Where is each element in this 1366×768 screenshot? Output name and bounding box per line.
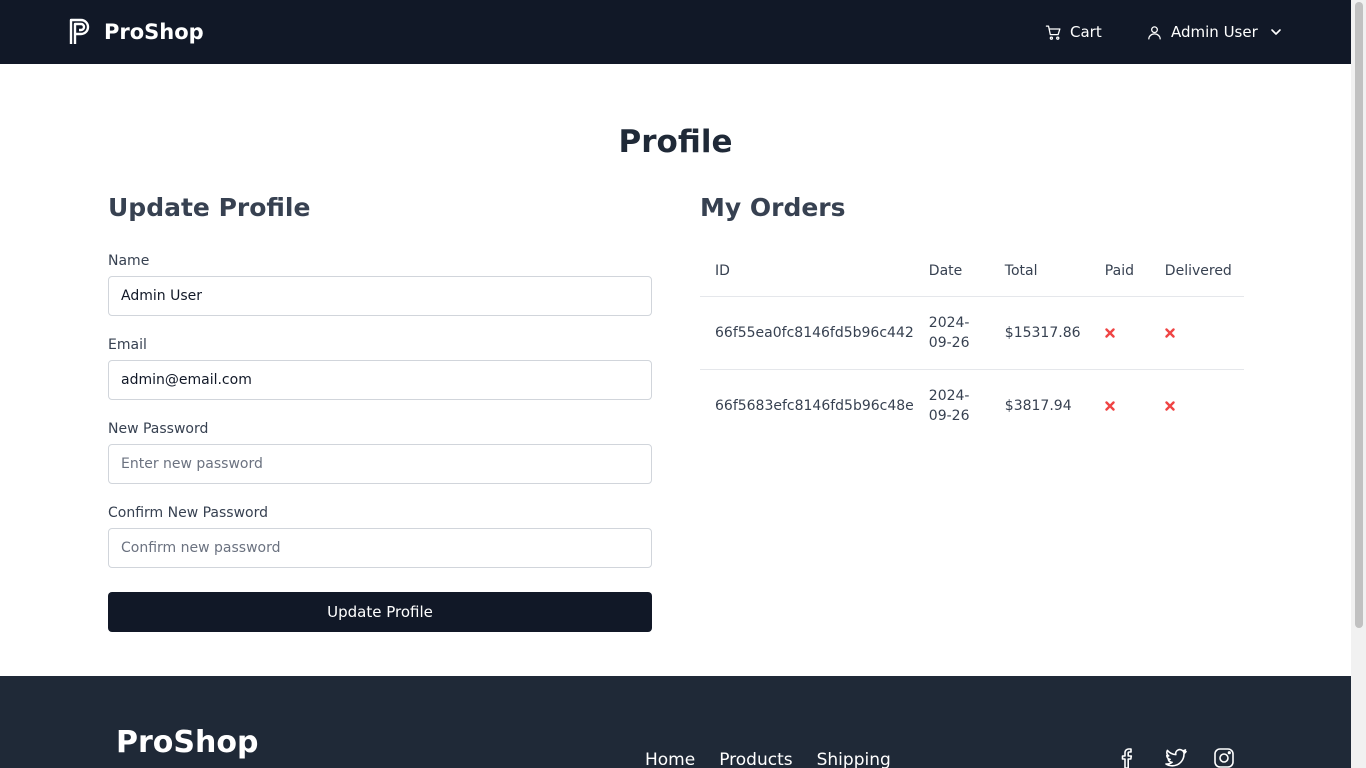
instagram-icon[interactable] (1212, 746, 1236, 768)
email-label: Email (108, 337, 147, 353)
not-delivered-x-icon (1165, 327, 1175, 338)
user-name-label: Admin User (1171, 23, 1258, 41)
table-header-row: ID Date Total Paid Delivered (700, 247, 1244, 297)
brand-name: ProShop (104, 20, 204, 44)
column-header-total: Total (989, 247, 1090, 297)
order-id-cell: 66f5683efc8146fd5b96c48e (715, 397, 914, 414)
page-title: Profile (618, 124, 733, 160)
column-header-paid: Paid (1089, 247, 1150, 297)
not-paid-x-icon (1105, 401, 1115, 411)
order-date-cell-wrapper: 2024-09-26 (914, 369, 990, 442)
table-row[interactable]: 66f55ea0fc8146fd5b96c442 2024-09-26 $153… (700, 296, 1244, 370)
footer: ProShop Home Products Shipping (0, 676, 1351, 768)
footer-link-products[interactable]: Products (719, 748, 792, 768)
column-header-delivered: Delivered (1149, 247, 1244, 297)
chevron-down-icon (1270, 29, 1281, 35)
page: ProShop Cart Admin User Profile Update P… (0, 0, 1366, 768)
brand-link[interactable]: ProShop (69, 18, 204, 46)
social-links (1116, 746, 1236, 768)
navbar: ProShop Cart Admin User (0, 0, 1351, 64)
order-paid-cell (1090, 369, 1150, 442)
update-profile-button[interactable]: Update Profile (108, 592, 652, 632)
cart-label: Cart (1070, 23, 1102, 41)
footer-link-home[interactable]: Home (645, 748, 695, 768)
name-label: Name (108, 253, 150, 269)
order-paid-cell (1089, 296, 1150, 370)
proshop-logo-icon (69, 18, 90, 44)
order-delivered-cell (1150, 369, 1244, 442)
orders-table: ID Date Total Paid Delivered 66f55ea0fc8… (700, 247, 1244, 442)
footer-link-shipping[interactable]: Shipping (817, 748, 891, 768)
content-column: ProShop Cart Admin User Profile Update P… (0, 0, 1351, 768)
footer-nav: Home Products Shipping (645, 748, 891, 768)
confirm-password-input[interactable] (108, 528, 652, 568)
order-id-cell: 66f55ea0fc8146fd5b96c442 (700, 296, 914, 370)
table-row[interactable]: 66f5683efc8146fd5b96c48e 2024-09-26 $381… (700, 369, 1244, 442)
confirm-password-label: Confirm New Password (108, 505, 269, 521)
order-date-cell-wrapper: 2024-09-26 (913, 296, 990, 370)
user-menu-dropdown[interactable]: Admin User (1146, 20, 1282, 44)
my-orders-heading: My Orders (700, 193, 846, 222)
page-scrollbar[interactable] (1351, 0, 1366, 768)
order-date-cell: 2024-09-26 (928, 387, 970, 424)
new-password-input[interactable] (108, 444, 652, 484)
user-icon (1148, 25, 1161, 40)
order-total-cell: $3817.94 (1004, 397, 1072, 414)
email-input[interactable] (108, 360, 652, 400)
scrollbar-thumb[interactable] (1355, 2, 1363, 628)
new-password-label: New Password (108, 421, 209, 437)
name-input[interactable] (108, 276, 652, 316)
not-delivered-x-icon (1165, 401, 1175, 411)
footer-brand: ProShop (116, 725, 259, 760)
order-date-cell: 2024-09-26 (928, 314, 970, 351)
cart-link[interactable]: Cart (1045, 20, 1102, 44)
column-header-id: ID (700, 247, 914, 297)
column-header-date: Date (913, 247, 990, 297)
order-delivered-cell (1149, 296, 1244, 370)
twitter-icon[interactable] (1164, 746, 1188, 768)
order-total-cell: $15317.86 (989, 296, 1090, 370)
facebook-icon[interactable] (1116, 746, 1140, 768)
update-profile-heading: Update Profile (108, 193, 311, 222)
cart-icon (1045, 24, 1061, 40)
not-paid-x-icon (1105, 327, 1115, 338)
